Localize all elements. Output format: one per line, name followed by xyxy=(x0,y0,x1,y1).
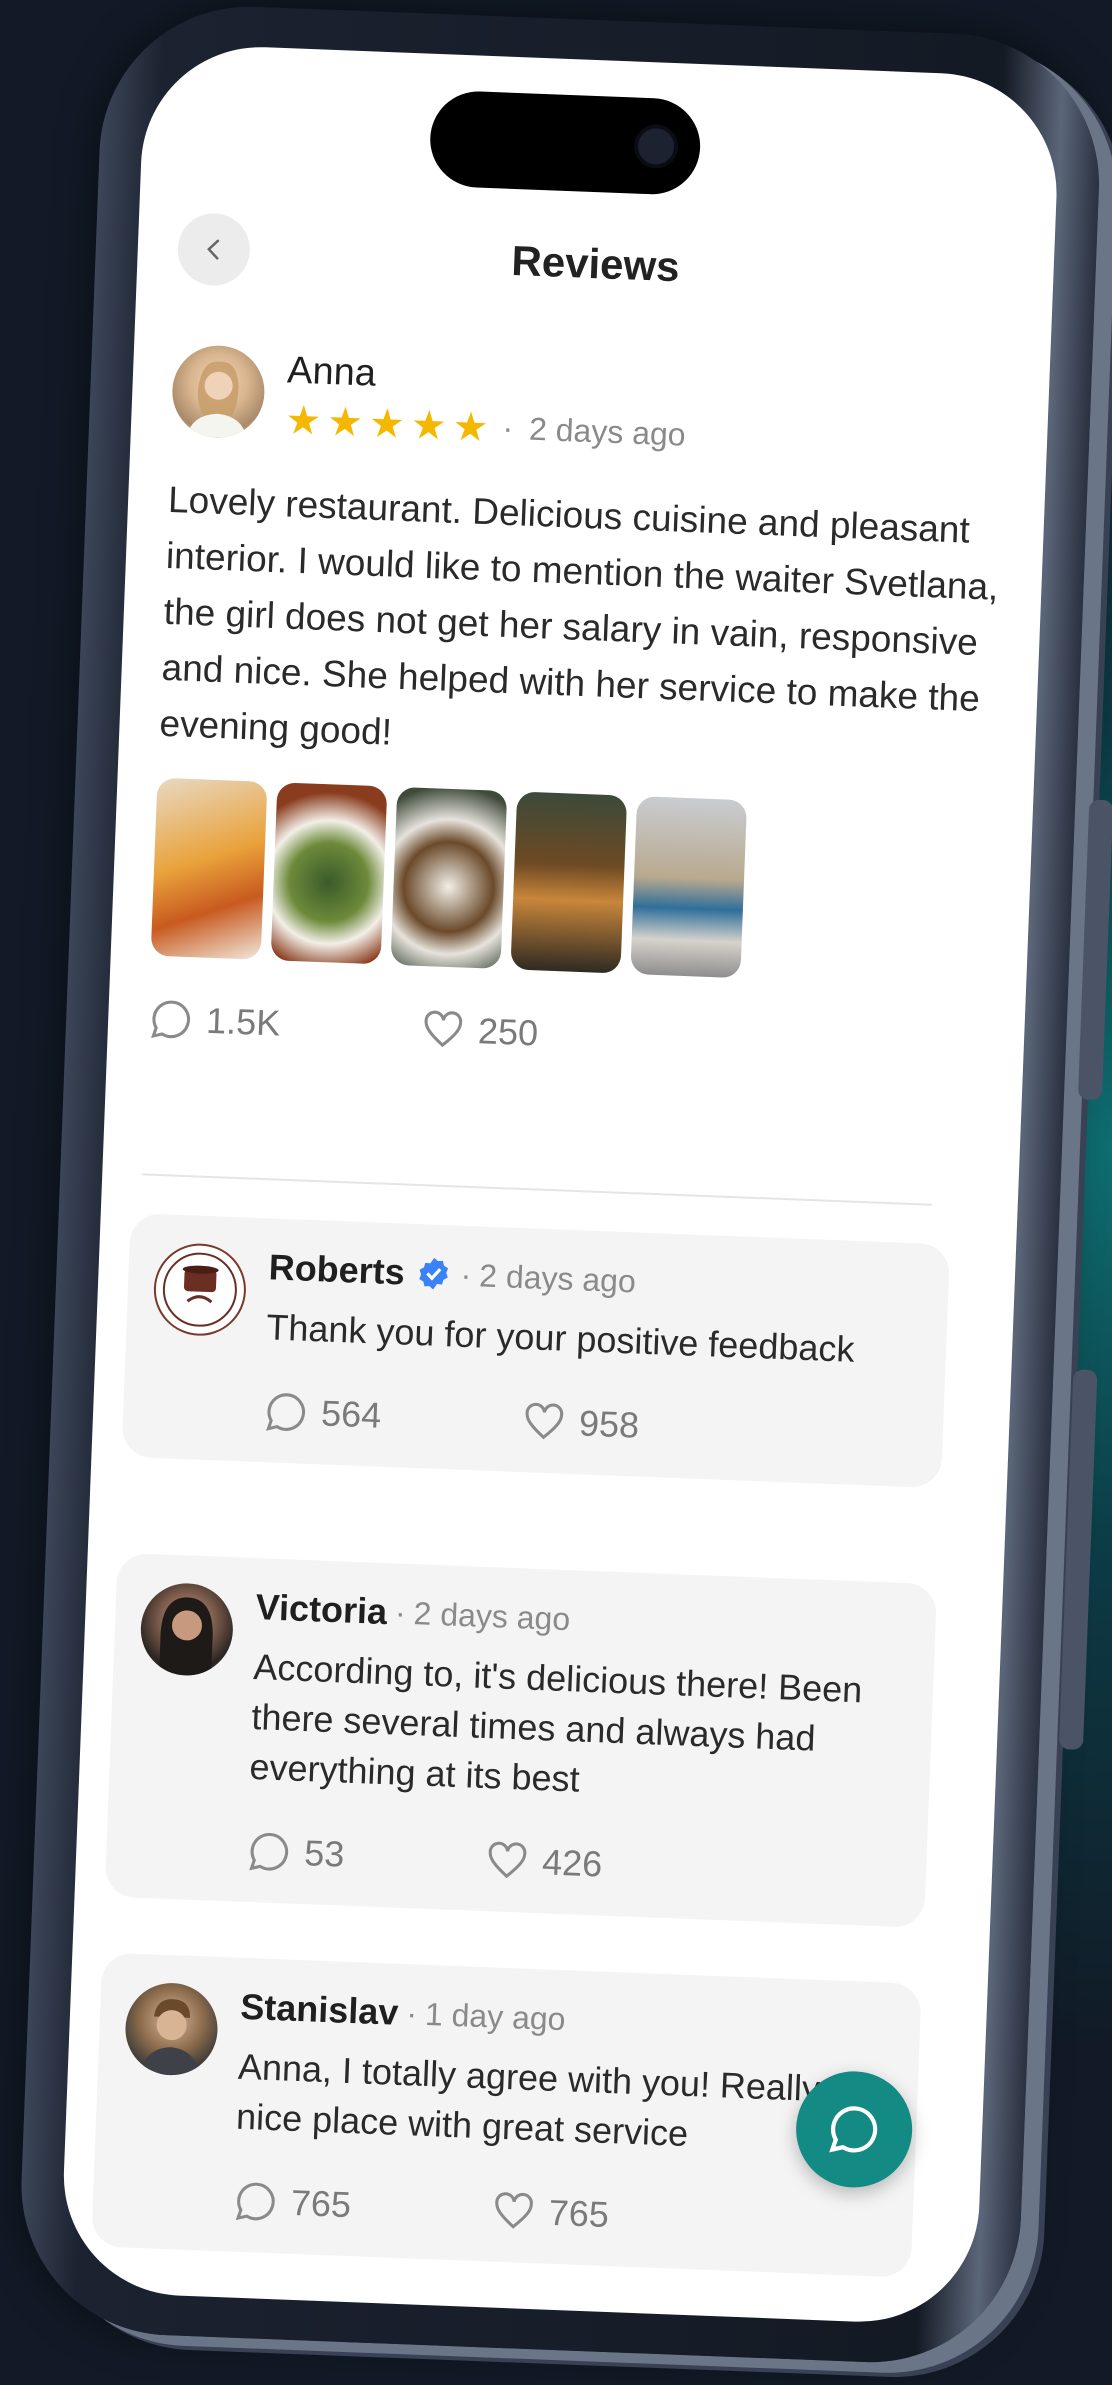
reply-card: Roberts · 2 days ago Thank you for your … xyxy=(121,1212,951,1489)
like-button[interactable]: 250 xyxy=(419,1006,539,1056)
avatar[interactable] xyxy=(152,1241,248,1338)
separator-dot: · xyxy=(394,1593,407,1631)
separator-dot: · xyxy=(460,1256,473,1293)
comment-count: 564 xyxy=(320,1392,383,1436)
comment-count: 53 xyxy=(303,1832,346,1875)
avatar[interactable] xyxy=(170,343,267,440)
like-count: 765 xyxy=(548,2191,610,2236)
comment-button[interactable]: 1.5K xyxy=(147,996,281,1047)
reply-card: Victoria · 2 days ago According to, it's… xyxy=(104,1552,938,1928)
review-photo[interactable] xyxy=(630,796,748,979)
avatar-stanislav-image xyxy=(139,1999,200,2077)
comment-icon xyxy=(235,2182,275,2221)
reply-actions: 53 426 xyxy=(246,1828,901,1899)
author-meta: Anna ★ ★ ★ ★ ★ · 2 days ago xyxy=(285,349,689,455)
review-text: Lovely restaurant. Delicious cuisine and… xyxy=(158,478,1000,753)
avatar-victoria-image xyxy=(159,1597,213,1677)
reply-author[interactable]: Stanislav xyxy=(240,1986,400,2034)
name-line: Victoria · 2 days ago xyxy=(255,1586,910,1653)
comment-icon xyxy=(266,1393,306,1431)
avatar-anna-image xyxy=(186,361,247,439)
reply-author[interactable]: Roberts xyxy=(268,1246,406,1293)
comment-button[interactable]: 53 xyxy=(246,1828,346,1878)
star-icon: ★ xyxy=(326,399,364,445)
photo-strip xyxy=(150,777,997,988)
review-photo[interactable] xyxy=(150,777,268,960)
heart-icon xyxy=(525,1402,564,1440)
like-button[interactable]: 765 xyxy=(490,2188,610,2238)
comment-icon xyxy=(249,1832,289,1871)
like-button[interactable]: 426 xyxy=(483,1837,603,1887)
star-icon: ★ xyxy=(409,402,448,448)
review-photo[interactable] xyxy=(270,782,388,965)
roberts-logo-icon xyxy=(162,1252,237,1327)
name-line: Stanislav · 1 day ago xyxy=(240,1986,895,2053)
top-bar: Reviews xyxy=(136,193,1055,328)
comment-count: 1.5K xyxy=(205,999,282,1044)
camera-icon xyxy=(633,123,679,170)
page-title: Reviews xyxy=(510,236,681,291)
star-icon: ★ xyxy=(368,401,406,447)
reply-author[interactable]: Victoria xyxy=(255,1586,388,1633)
comment-icon xyxy=(151,1000,191,1039)
screen: Reviews Anna ★ ★ ★ ★ ★ · 2 days ago Love… xyxy=(59,42,1062,2327)
star-icon: ★ xyxy=(451,404,490,450)
comment-count: 765 xyxy=(290,2181,352,2226)
name-line: Roberts · 2 days ago xyxy=(268,1246,923,1313)
author-row: Anna ★ ★ ★ ★ ★ · 2 days ago xyxy=(170,343,1014,468)
like-count: 426 xyxy=(541,1841,604,1885)
reply-row: Stanislav · 1 day ago Anna, I totally ag… xyxy=(118,1981,895,2248)
like-count: 250 xyxy=(477,1010,539,1054)
main-review: Anna ★ ★ ★ ★ ★ · 2 days ago Lovely resta… xyxy=(147,343,1014,1074)
comment-button[interactable]: 564 xyxy=(262,1388,382,1438)
reply-actions: 765 765 xyxy=(232,2178,887,2249)
review-time: 2 days ago xyxy=(528,410,687,453)
rating-row: ★ ★ ★ ★ ★ · 2 days ago xyxy=(284,397,687,455)
heart-icon xyxy=(488,1841,527,1879)
reply-actions: 564 958 xyxy=(262,1388,917,1459)
separator-dot: · xyxy=(405,1994,418,2032)
comment-button[interactable]: 765 xyxy=(232,2178,352,2228)
divider xyxy=(142,1173,932,1206)
avatar[interactable] xyxy=(123,1981,220,2077)
avatar[interactable] xyxy=(139,1581,235,1678)
separator-dot: · xyxy=(501,409,514,447)
reply-time: 1 day ago xyxy=(424,1995,567,2037)
reply-row: Roberts · 2 days ago Thank you for your … xyxy=(148,1241,923,1459)
phone-frame: Reviews Anna ★ ★ ★ ★ ★ · 2 days ago Love… xyxy=(15,1,1112,2368)
dynamic-island xyxy=(428,89,702,196)
reply-text: Thank you for your positive feedback xyxy=(265,1306,856,1370)
verified-badge-icon xyxy=(419,1257,449,1290)
reply-body: Roberts · 2 days ago Thank you for your … xyxy=(262,1246,923,1459)
reply-time: 2 days ago xyxy=(413,1594,571,1637)
phone-mockup: Reviews Anna ★ ★ ★ ★ ★ · 2 days ago Love… xyxy=(15,1,1112,2379)
reply-body: Stanislav · 1 day ago Anna, I totally ag… xyxy=(232,1986,895,2249)
reply-text: Anna, I totally agree with you! Really n… xyxy=(235,2045,821,2155)
like-button[interactable]: 958 xyxy=(520,1398,640,1448)
review-photo[interactable] xyxy=(510,791,628,974)
chat-icon xyxy=(829,2106,878,2153)
like-count: 958 xyxy=(578,1402,640,1446)
star-icon: ★ xyxy=(284,397,323,444)
reply-row: Victoria · 2 days ago According to, it's… xyxy=(132,1581,911,1899)
review-actions: 1.5K 250 xyxy=(147,996,988,1074)
review-photo[interactable] xyxy=(390,786,508,969)
reply-time: 2 days ago xyxy=(478,1256,637,1299)
reply-text: According to, it's delicious there! Been… xyxy=(248,1646,864,1800)
reply-body: Victoria · 2 days ago According to, it's… xyxy=(246,1586,911,1899)
author-name[interactable]: Anna xyxy=(286,349,688,407)
heart-icon xyxy=(495,2192,533,2229)
heart-icon xyxy=(424,1010,463,1048)
